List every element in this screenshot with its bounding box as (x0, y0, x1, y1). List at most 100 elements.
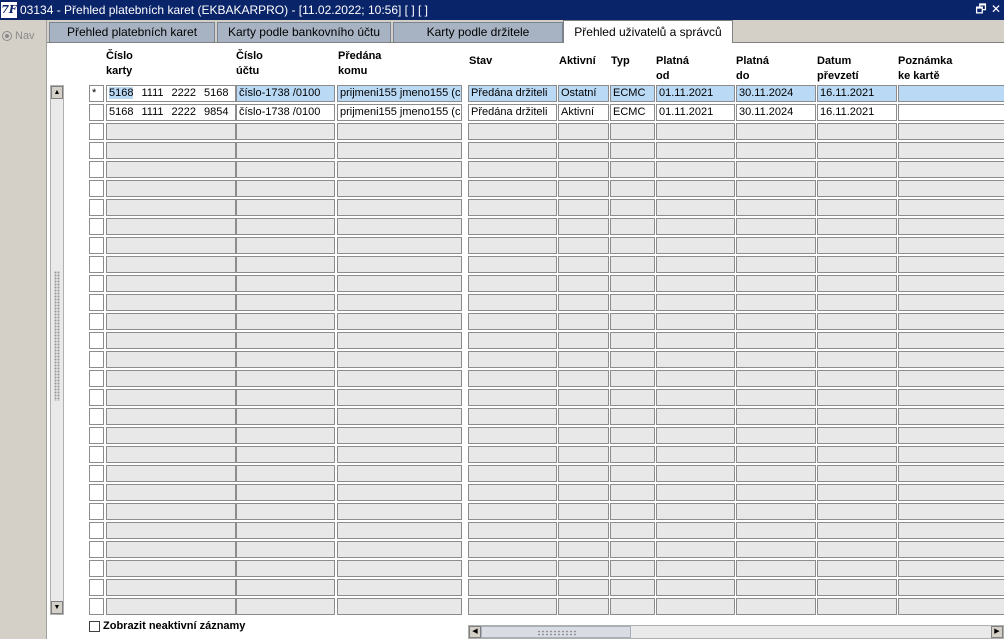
cell-type[interactable] (610, 180, 655, 197)
cell-type[interactable] (610, 389, 655, 406)
cell-taken-date[interactable]: 16.11.2021 (817, 104, 897, 121)
cell-account[interactable] (236, 142, 335, 159)
row-selector[interactable] (89, 598, 104, 615)
cell-card-number[interactable] (106, 161, 236, 178)
cell-type[interactable] (610, 579, 655, 596)
cell-handed-to[interactable] (337, 161, 462, 178)
cell-valid-to[interactable]: 30.11.2024 (736, 104, 816, 121)
cell-card-number[interactable] (106, 522, 236, 539)
cell-active[interactable] (558, 560, 609, 577)
cell-card-number[interactable] (106, 142, 236, 159)
cell-handed-to[interactable] (337, 237, 462, 254)
cell-active[interactable] (558, 237, 609, 254)
cell-valid-to[interactable] (736, 313, 816, 330)
cell-taken-date[interactable] (817, 180, 897, 197)
cell-state[interactable] (468, 408, 557, 425)
cell-account[interactable] (236, 560, 335, 577)
cell-type[interactable] (610, 446, 655, 463)
cell-handed-to[interactable] (337, 123, 462, 140)
cell-type[interactable] (610, 408, 655, 425)
cell-valid-from[interactable] (656, 408, 735, 425)
cell-active[interactable] (558, 427, 609, 444)
cell-active[interactable] (558, 142, 609, 159)
cell-state[interactable] (468, 123, 557, 140)
cell-taken-date[interactable] (817, 237, 897, 254)
cell-state[interactable] (468, 503, 557, 520)
cell-state[interactable] (468, 275, 557, 292)
row-selector[interactable] (89, 408, 104, 425)
cell-taken-date[interactable] (817, 541, 897, 558)
cell-active[interactable] (558, 351, 609, 368)
cell-active[interactable] (558, 123, 609, 140)
cell-note[interactable] (898, 199, 1004, 216)
row-selector[interactable] (89, 237, 104, 254)
cell-taken-date[interactable] (817, 294, 897, 311)
cell-handed-to[interactable] (337, 180, 462, 197)
cell-valid-to[interactable] (736, 522, 816, 539)
header-type[interactable]: Typ (611, 54, 630, 69)
cell-valid-from[interactable] (656, 237, 735, 254)
cell-note[interactable] (898, 370, 1004, 387)
cell-valid-to[interactable] (736, 579, 816, 596)
cell-valid-from[interactable] (656, 180, 735, 197)
show-inactive-checkbox[interactable]: Zobrazit neaktivní záznamy (89, 620, 245, 632)
cell-card-number[interactable] (106, 560, 236, 577)
cell-account[interactable] (236, 503, 335, 520)
cell-type[interactable] (610, 484, 655, 501)
cell-handed-to[interactable] (337, 560, 462, 577)
row-selector[interactable] (89, 579, 104, 596)
cell-valid-from[interactable] (656, 541, 735, 558)
cell-valid-from[interactable] (656, 142, 735, 159)
row-selector[interactable] (89, 351, 104, 368)
cell-account[interactable] (236, 446, 335, 463)
cell-type[interactable] (610, 256, 655, 273)
cell-handed-to[interactable] (337, 598, 462, 615)
cell-note[interactable] (898, 85, 1004, 102)
cell-active[interactable] (558, 408, 609, 425)
row-selector[interactable] (89, 161, 104, 178)
cell-handed-to[interactable] (337, 370, 462, 387)
cell-handed-to[interactable] (337, 275, 462, 292)
cell-account[interactable] (236, 522, 335, 539)
tab-cards-by-account[interactable]: Karty podle bankovního účtu (217, 22, 391, 42)
cell-state[interactable] (468, 161, 557, 178)
cell-type[interactable] (610, 142, 655, 159)
cell-active[interactable] (558, 598, 609, 615)
row-selector[interactable] (89, 275, 104, 292)
cell-note[interactable] (898, 427, 1004, 444)
cell-account[interactable] (236, 351, 335, 368)
cell-valid-to[interactable] (736, 142, 816, 159)
cell-valid-to[interactable] (736, 275, 816, 292)
cell-valid-to[interactable] (736, 332, 816, 349)
scroll-up-icon[interactable]: ▲ (51, 86, 63, 99)
cell-note[interactable] (898, 256, 1004, 273)
cell-type[interactable] (610, 218, 655, 235)
cell-note[interactable] (898, 351, 1004, 368)
cell-state[interactable] (468, 142, 557, 159)
row-selector[interactable] (89, 560, 104, 577)
cell-note[interactable] (898, 446, 1004, 463)
cell-active[interactable] (558, 180, 609, 197)
scroll-left-icon[interactable]: ◀ (469, 626, 481, 638)
cell-account[interactable] (236, 218, 335, 235)
row-selector[interactable] (89, 142, 104, 159)
tab-users-and-admins[interactable]: Přehled uživatelů a správců (563, 20, 733, 43)
row-selector[interactable] (89, 294, 104, 311)
cell-active[interactable] (558, 484, 609, 501)
header-card-number[interactable]: Číslo karty (106, 49, 133, 79)
cell-handed-to[interactable] (337, 446, 462, 463)
cell-type[interactable] (610, 332, 655, 349)
cell-account[interactable] (236, 484, 335, 501)
cell-handed-to[interactable] (337, 313, 462, 330)
cell-note[interactable] (898, 275, 1004, 292)
cell-account[interactable] (236, 427, 335, 444)
cell-valid-to[interactable]: 30.11.2024 (736, 85, 816, 102)
cell-type[interactable]: ECMC (610, 104, 655, 121)
cell-active[interactable] (558, 541, 609, 558)
header-account[interactable]: Číslo účtu (236, 49, 263, 79)
cell-card-number[interactable] (106, 313, 236, 330)
cell-card-number[interactable] (106, 332, 236, 349)
cell-state[interactable] (468, 180, 557, 197)
cell-valid-to[interactable] (736, 465, 816, 482)
cell-valid-to[interactable] (736, 389, 816, 406)
